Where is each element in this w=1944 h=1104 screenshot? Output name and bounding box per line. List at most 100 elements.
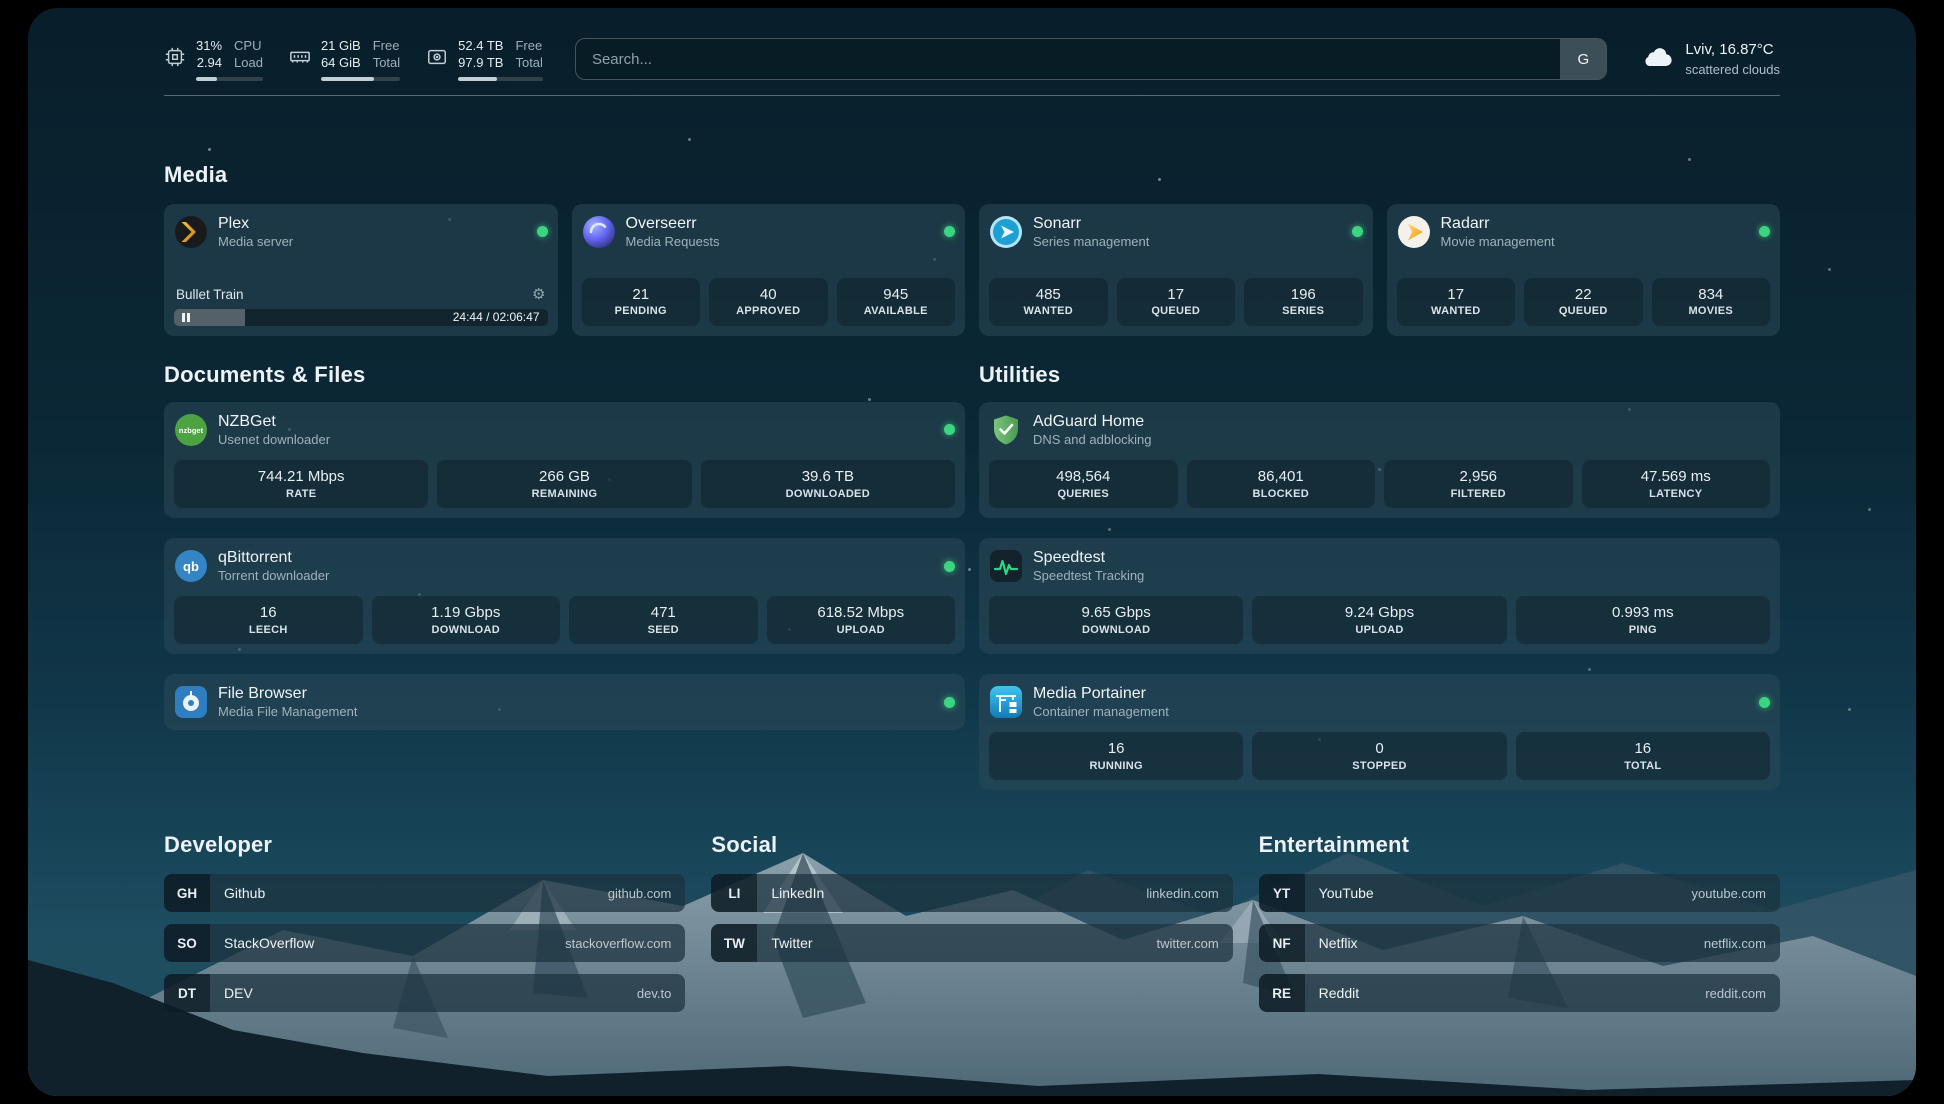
service-name: Plex bbox=[218, 214, 293, 234]
cpu-usage-value: 31% bbox=[196, 38, 222, 55]
media-section-title: Media bbox=[164, 162, 1780, 188]
disk-widget: 52.4 TB 97.9 TB Free Total bbox=[426, 38, 543, 81]
service-description: Speedtest Tracking bbox=[1033, 568, 1144, 584]
bookmark-name: YouTube bbox=[1319, 885, 1374, 901]
nzbget-icon: nzbget bbox=[174, 413, 208, 447]
memory-total-value: 64 GiB bbox=[321, 55, 361, 72]
header-divider bbox=[164, 95, 1780, 96]
stat-approved: 40 APPROVED bbox=[709, 278, 828, 326]
weather-widget: Lviv, 16.87°C scattered clouds bbox=[1639, 39, 1780, 80]
portainer-icon bbox=[989, 685, 1023, 719]
status-dot bbox=[1759, 226, 1770, 237]
svg-text:nzbget: nzbget bbox=[179, 426, 204, 435]
sonarr-icon bbox=[989, 215, 1023, 249]
service-card-portainer[interactable]: Media Portainer Container management 16 … bbox=[979, 674, 1780, 790]
service-name: Speedtest bbox=[1033, 548, 1144, 568]
cloud-icon bbox=[1639, 39, 1675, 80]
bookmark-url: reddit.com bbox=[1705, 986, 1766, 1001]
bookmarks-developer: Developer GH Github github.com SO StackO… bbox=[164, 832, 685, 1012]
bookmark-abbr: NF bbox=[1259, 924, 1305, 962]
stat-queries: 498,564 QUERIES bbox=[989, 460, 1178, 508]
cpu-icon bbox=[164, 46, 186, 73]
service-name: Media Portainer bbox=[1033, 684, 1169, 704]
disk-free-value: 52.4 TB bbox=[458, 38, 503, 55]
search-provider-button[interactable]: G bbox=[1560, 39, 1606, 79]
bookmark-url: netflix.com bbox=[1704, 936, 1766, 951]
developer-section-title: Developer bbox=[164, 832, 685, 858]
documents-section-title: Documents & Files bbox=[164, 362, 965, 388]
bookmark-stackoverflow[interactable]: SO StackOverflow stackoverflow.com bbox=[164, 924, 685, 962]
entertainment-section-title: Entertainment bbox=[1259, 832, 1780, 858]
playback-progress-bar[interactable]: 24:44 / 02:06:47 bbox=[174, 309, 548, 326]
service-description: Usenet downloader bbox=[218, 432, 330, 448]
bookmark-reddit[interactable]: RE Reddit reddit.com bbox=[1259, 974, 1780, 1012]
stat-total: 16 TOTAL bbox=[1516, 732, 1770, 780]
cpu-load-label: Load bbox=[234, 55, 263, 72]
service-card-sonarr[interactable]: Sonarr Series management 485 WANTED 17 Q… bbox=[979, 204, 1373, 336]
disk-progress-bar bbox=[458, 77, 543, 81]
service-description: Torrent downloader bbox=[218, 568, 329, 584]
service-card-nzbget[interactable]: nzbget NZBGet Usenet downloader 74 bbox=[164, 402, 965, 518]
stat-latency: 47.569 ms LATENCY bbox=[1582, 460, 1771, 508]
weather-location: Lviv, 16.87°C bbox=[1685, 40, 1780, 60]
bookmark-url: stackoverflow.com bbox=[565, 936, 671, 951]
stat-downloaded: 39.6 TB DOWNLOADED bbox=[701, 460, 955, 508]
section-documents-files: Documents & Files nzbget bbox=[164, 362, 965, 790]
bookmark-twitter[interactable]: TW Twitter twitter.com bbox=[711, 924, 1232, 962]
now-playing-title: Bullet Train bbox=[176, 287, 244, 302]
stat-ping: 0.993 ms PING bbox=[1516, 596, 1770, 644]
service-description: DNS and adblocking bbox=[1033, 432, 1152, 448]
service-description: Movie management bbox=[1441, 234, 1555, 250]
bookmark-linkedin[interactable]: LI LinkedIn linkedin.com bbox=[711, 874, 1232, 912]
speedtest-icon bbox=[989, 549, 1023, 583]
bookmark-name: StackOverflow bbox=[224, 935, 314, 951]
disk-total-label: Total bbox=[515, 55, 542, 72]
disk-free-label: Free bbox=[515, 38, 542, 55]
status-dot bbox=[944, 697, 955, 708]
bookmark-abbr: YT bbox=[1259, 874, 1305, 912]
qbittorrent-icon: qb bbox=[174, 549, 208, 583]
bookmark-url: youtube.com bbox=[1692, 886, 1766, 901]
dashboard: 31% 2.94 CPU Load bbox=[28, 8, 1916, 1096]
stat-leech: 16 LEECH bbox=[174, 596, 363, 644]
disk-total-value: 97.9 TB bbox=[458, 55, 503, 72]
service-card-filebrowser[interactable]: File Browser Media File Management bbox=[164, 674, 965, 730]
service-card-radarr[interactable]: Radarr Movie management 17 WANTED 22 QUE… bbox=[1387, 204, 1781, 336]
service-name: NZBGet bbox=[218, 412, 330, 432]
weather-condition: scattered clouds bbox=[1685, 61, 1780, 79]
service-card-qbittorrent[interactable]: qb qBittorrent Torrent downloader bbox=[164, 538, 965, 654]
search-input[interactable] bbox=[576, 39, 1560, 79]
service-card-adguard[interactable]: AdGuard Home DNS and adblocking 498,564 … bbox=[979, 402, 1780, 518]
stat-upload: 9.24 Gbps UPLOAD bbox=[1252, 596, 1506, 644]
bookmark-name: DEV bbox=[224, 985, 253, 1001]
plex-icon bbox=[174, 215, 208, 249]
bookmark-netflix[interactable]: NF Netflix netflix.com bbox=[1259, 924, 1780, 962]
service-description: Media server bbox=[218, 234, 293, 250]
bookmark-abbr: DT bbox=[164, 974, 210, 1012]
bookmark-youtube[interactable]: YT YouTube youtube.com bbox=[1259, 874, 1780, 912]
bookmark-dev[interactable]: DT DEV dev.to bbox=[164, 974, 685, 1012]
service-name: Overseerr bbox=[626, 214, 720, 234]
disk-icon bbox=[426, 46, 448, 73]
memory-total-label: Total bbox=[373, 55, 400, 72]
stat-wanted: 17 WANTED bbox=[1397, 278, 1516, 326]
cpu-widget: 31% 2.94 CPU Load bbox=[164, 38, 263, 81]
svg-text:qb: qb bbox=[183, 559, 199, 574]
playback-time: 24:44 / 02:06:47 bbox=[453, 310, 540, 324]
stat-queued: 17 QUEUED bbox=[1117, 278, 1236, 326]
service-card-speedtest[interactable]: Speedtest Speedtest Tracking 9.65 Gbps D… bbox=[979, 538, 1780, 654]
stat-remaining: 266 GB REMAINING bbox=[437, 460, 691, 508]
stat-blocked: 86,401 BLOCKED bbox=[1187, 460, 1376, 508]
gear-icon[interactable]: ⚙ bbox=[532, 287, 545, 302]
bookmark-abbr: LI bbox=[711, 874, 757, 912]
bookmark-github[interactable]: GH Github github.com bbox=[164, 874, 685, 912]
pause-icon[interactable] bbox=[181, 313, 191, 322]
stat-seed: 471 SEED bbox=[569, 596, 758, 644]
service-description: Container management bbox=[1033, 704, 1169, 720]
stat-download: 1.19 Gbps DOWNLOAD bbox=[372, 596, 561, 644]
service-card-overseerr[interactable]: Overseerr Media Requests 21 PENDING 40 A… bbox=[572, 204, 966, 336]
memory-progress-bar bbox=[321, 77, 400, 81]
search-bar: G bbox=[575, 38, 1607, 80]
service-description: Series management bbox=[1033, 234, 1149, 250]
service-card-plex[interactable]: Plex Media server Bullet Train ⚙ bbox=[164, 204, 558, 336]
